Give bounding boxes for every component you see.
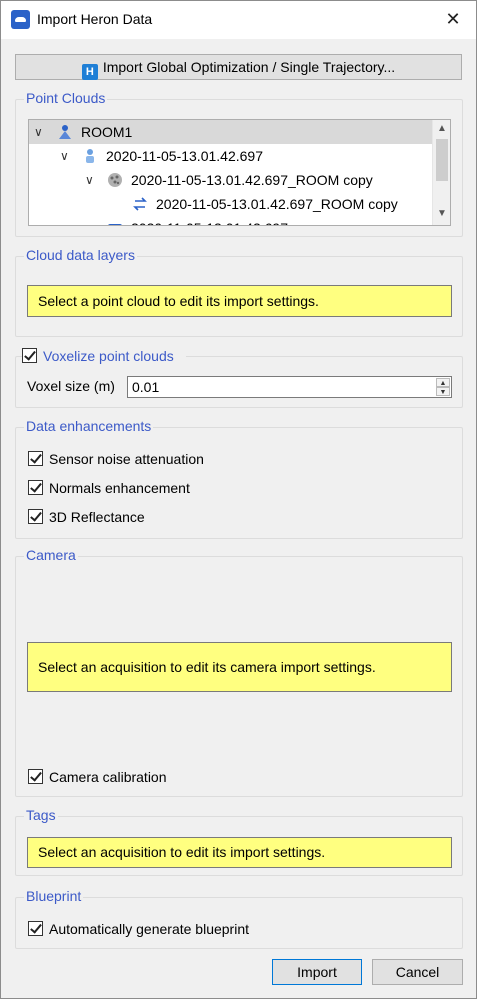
heron-h-icon: H <box>81 64 98 80</box>
trajectory-icon <box>133 197 147 211</box>
camera-notice: Select an acquisition to edit its camera… <box>27 642 452 692</box>
tree-item-room1[interactable]: ∨ ROOM1 <box>29 120 432 144</box>
import-button[interactable]: Import <box>272 959 362 985</box>
voxel-size-value: 0.01 <box>132 379 160 395</box>
point-cloud-icon <box>108 173 122 187</box>
camera-icon <box>108 224 122 225</box>
data-enhancements-title: Data enhancements <box>24 418 154 434</box>
checkbox-check-icon[interactable] <box>28 769 43 784</box>
app-icon <box>11 10 30 29</box>
auto-blueprint-label: Automatically generate blueprint <box>49 921 250 937</box>
cloud-data-layers-title: Cloud data layers <box>24 247 137 263</box>
tree-item-label: 2020-11-05-13.01.42.697 <box>106 148 263 164</box>
title-bar: Import Heron Data ✕ <box>1 1 476 39</box>
window-title: Import Heron Data <box>37 11 153 27</box>
reflectance-label: 3D Reflectance <box>49 509 145 525</box>
import-trajectory-label: Import Global Optimization / Single Traj… <box>102 59 396 75</box>
voxel-size-label: Voxel size (m) <box>27 378 115 394</box>
point-cloud-tree[interactable]: ∨ ROOM1 ∨ 2020-11-05-13.01.42.697 ∨ 2020… <box>28 119 451 226</box>
tree-item-label: 2020-11-05-13.01.42.697_ROOM copy <box>131 172 373 188</box>
import-trajectory-button[interactable]: H Import Global Optimization / Single Tra… <box>15 54 462 80</box>
chevron-down-icon[interactable]: ∨ <box>85 168 94 192</box>
tree-scrollbar[interactable]: ▲ ▼ <box>432 120 450 225</box>
checkbox-check-icon[interactable] <box>28 451 43 466</box>
cancel-button[interactable]: Cancel <box>372 959 463 985</box>
chevron-down-icon[interactable]: ∨ <box>34 120 43 144</box>
chevron-down-icon[interactable]: ▼ <box>437 208 447 219</box>
tree-item-label: 2020-11-05-13.01.42.697_ROOM copy <box>156 196 398 212</box>
normals-enhancement-label: Normals enhancement <box>49 480 190 496</box>
sensor-noise-label: Sensor noise attenuation <box>49 451 204 467</box>
point-clouds-title: Point Clouds <box>24 90 108 106</box>
voxelize-checkbox[interactable]: Voxelize point clouds <box>22 347 186 365</box>
voxelize-label: Voxelize point clouds <box>43 348 174 364</box>
chevron-up-icon[interactable]: ▲ <box>437 123 447 134</box>
camera-calibration-label: Camera calibration <box>49 769 167 785</box>
checkbox-check-icon[interactable] <box>28 480 43 495</box>
import-heron-dialog: Import Heron Data ✕ H Import Global Optim… <box>0 0 477 999</box>
scanner-icon <box>86 149 94 163</box>
cloud-data-notice: Select a point cloud to edit its import … <box>27 285 452 317</box>
room-icon <box>59 125 71 139</box>
close-icon[interactable]: ✕ <box>444 10 462 28</box>
blueprint-title: Blueprint <box>24 888 84 904</box>
spin-up-icon[interactable]: ▲ <box>436 378 450 387</box>
tags-title: Tags <box>24 807 58 823</box>
checkbox-check-icon[interactable] <box>28 921 43 936</box>
scroll-thumb[interactable] <box>436 139 448 181</box>
chevron-down-icon[interactable]: ∨ <box>60 144 69 168</box>
voxel-size-spinner[interactable]: ▲ ▼ <box>436 378 450 396</box>
voxel-size-input[interactable]: 0.01 ▲ ▼ <box>127 376 452 398</box>
checkbox-check-icon[interactable] <box>28 509 43 524</box>
spin-down-icon[interactable]: ▼ <box>436 387 450 396</box>
tags-notice: Select an acquisition to edit its import… <box>27 837 452 868</box>
tree-item-label: 2020-11-05-13.01.42.697 <box>131 216 288 225</box>
tree-item-label: ROOM1 <box>81 124 133 140</box>
checkbox-check-icon[interactable] <box>22 348 37 363</box>
camera-title: Camera <box>24 547 78 563</box>
